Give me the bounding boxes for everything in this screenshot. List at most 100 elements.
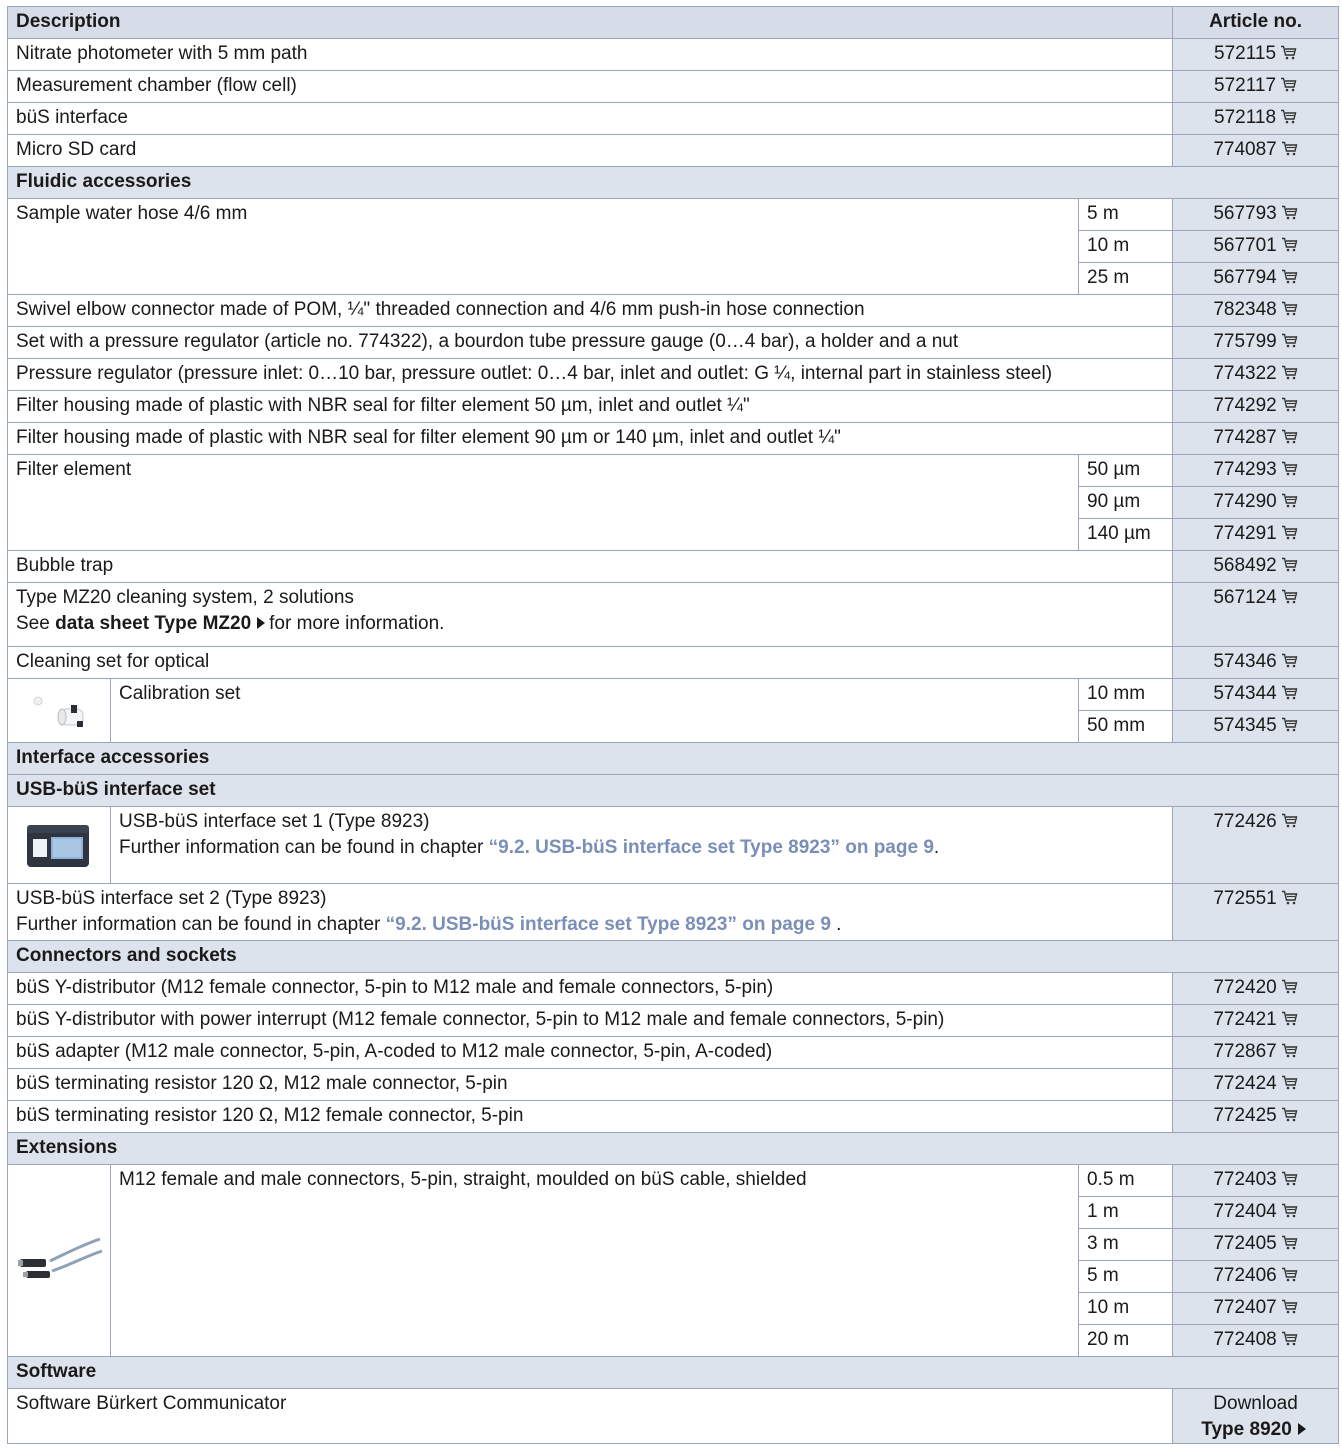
article-number-cell[interactable]: 775799 [1172, 326, 1340, 359]
size-cell: 3 m [1077, 1228, 1174, 1261]
download-cell[interactable]: Download Type 8920 [1172, 1388, 1340, 1444]
shopping-cart-icon[interactable] [1277, 977, 1298, 998]
reference-link[interactable]: “9.2. USB-büS interface set Type 8923” o… [489, 837, 934, 858]
shopping-cart-icon[interactable] [1277, 1233, 1298, 1254]
article-number-cell[interactable]: 772404 [1172, 1196, 1340, 1229]
shopping-cart-icon[interactable] [1277, 203, 1298, 224]
description: USB-büS interface set 1 (Type 8923) [119, 811, 430, 832]
shopping-cart-icon[interactable] [1277, 1041, 1298, 1062]
extensions-section: Extensions [6, 1132, 1340, 1165]
size-cell: 5 m [1077, 1260, 1174, 1293]
description-prefix: Further information can be found in chap… [16, 914, 386, 935]
section-title: Fluidic accessories [16, 171, 192, 192]
article-number-cell[interactable]: 772405 [1172, 1228, 1340, 1261]
article-number-cell[interactable]: 572118 [1172, 102, 1340, 135]
usb-bus-section-title: USB-büS interface set [6, 774, 1340, 807]
article-number-cell[interactable]: 774287 [1172, 422, 1340, 455]
article-number: 572118 [1214, 107, 1277, 128]
shopping-cart-icon[interactable] [1277, 523, 1298, 544]
fluidic-section: Fluidic accessories [6, 166, 1340, 199]
size-cell: 25 m [1077, 262, 1174, 295]
interface-section-title: Interface accessories [6, 742, 1340, 775]
shopping-cart-icon[interactable] [1277, 555, 1298, 576]
article-number-cell[interactable]: 772420 [1172, 972, 1340, 1005]
article-number-cell[interactable]: 572115 [1172, 38, 1340, 71]
shopping-cart-icon[interactable] [1277, 1169, 1298, 1190]
article-number-cell[interactable]: 772424 [1172, 1068, 1340, 1101]
description: büS terminating resistor 120 Ω, M12 male… [16, 1073, 508, 1094]
shopping-cart-icon[interactable] [1276, 43, 1297, 64]
shopping-cart-icon[interactable] [1277, 811, 1298, 832]
table-row: Filter element 50 µm 774293 [7, 454, 1340, 551]
size-cell: 10 m [1077, 230, 1174, 263]
shopping-cart-icon[interactable] [1277, 888, 1298, 909]
article-number-cell[interactable]: 774293 [1172, 454, 1340, 487]
article-number-cell[interactable]: 774322 [1172, 358, 1340, 391]
triangle-right-icon[interactable] [1297, 1423, 1306, 1435]
article-number-cell[interactable]: 772408 [1172, 1324, 1340, 1357]
shopping-cart-icon[interactable] [1277, 1329, 1298, 1350]
section-title: Extensions [16, 1137, 118, 1158]
article-number-cell[interactable]: 774087 [1172, 134, 1340, 167]
shopping-cart-icon[interactable] [1277, 139, 1298, 160]
shopping-cart-icon[interactable] [1277, 299, 1298, 320]
article-number-cell[interactable]: 772403 [1172, 1164, 1340, 1197]
shopping-cart-icon[interactable] [1277, 1105, 1298, 1126]
description-suffix: . [933, 837, 940, 858]
shopping-cart-icon[interactable] [1277, 235, 1298, 256]
article-number-cell[interactable]: 772867 [1172, 1036, 1340, 1069]
article-number-cell[interactable]: 574345 [1172, 710, 1340, 743]
table-row: büS terminating resistor 120 Ω, M12 male… [6, 1068, 1340, 1101]
shopping-cart-icon[interactable] [1277, 331, 1298, 352]
description-cell: Nitrate photometer with 5 mm path [6, 38, 1174, 71]
article-number-cell[interactable]: 567793 [1172, 198, 1340, 231]
article-number: 567701 [1213, 235, 1277, 256]
article-number-cell[interactable]: 772407 [1172, 1292, 1340, 1325]
article-number-cell[interactable]: 772426 [1172, 806, 1340, 884]
article-number-cell[interactable]: 772551 [1172, 883, 1340, 941]
article-number: 772426 [1213, 811, 1277, 832]
shopping-cart-icon[interactable] [1277, 459, 1298, 480]
article-number-cell[interactable]: 772421 [1172, 1004, 1340, 1037]
shopping-cart-icon[interactable] [1277, 267, 1298, 288]
article-number-cell[interactable]: 574344 [1172, 678, 1340, 711]
article-number-cell[interactable]: 782348 [1172, 294, 1340, 327]
shopping-cart-icon[interactable] [1277, 427, 1298, 448]
article-number-cell[interactable]: 574346 [1172, 646, 1340, 679]
shopping-cart-icon[interactable] [1277, 395, 1298, 416]
shopping-cart-icon[interactable] [1277, 1009, 1298, 1030]
article-number-cell[interactable]: 567701 [1172, 230, 1340, 263]
shopping-cart-icon[interactable] [1277, 683, 1298, 704]
m12-cable-image [7, 1164, 111, 1357]
variant-size: 1 m [1087, 1201, 1119, 1222]
shopping-cart-icon[interactable] [1276, 107, 1297, 128]
download-type-link[interactable]: Type 8920 [1201, 1419, 1291, 1440]
shopping-cart-icon[interactable] [1277, 1265, 1298, 1286]
article-number-cell[interactable]: 568492 [1172, 550, 1340, 583]
shopping-cart-icon[interactable] [1277, 491, 1298, 512]
variant-size: 20 m [1087, 1329, 1130, 1350]
article-number-cell[interactable]: 774290 [1172, 486, 1340, 519]
reference-link[interactable]: “9.2. USB-büS interface set Type 8923” o… [386, 914, 831, 935]
article-number-cell[interactable]: 572117 [1172, 70, 1340, 103]
triangle-right-icon[interactable] [257, 617, 266, 629]
shopping-cart-icon[interactable] [1277, 1201, 1298, 1222]
article-number-cell[interactable]: 772406 [1172, 1260, 1340, 1293]
shopping-cart-icon[interactable] [1277, 1073, 1298, 1094]
description: Calibration set [119, 683, 241, 704]
shopping-cart-icon[interactable] [1277, 587, 1298, 608]
shopping-cart-icon[interactable] [1277, 651, 1298, 672]
article-number-cell[interactable]: 774291 [1172, 518, 1340, 551]
size-cell: 5 m [1077, 198, 1174, 231]
shopping-cart-icon[interactable] [1277, 715, 1298, 736]
description: Filter housing made of plastic with NBR … [16, 395, 750, 416]
shopping-cart-icon[interactable] [1277, 363, 1298, 384]
article-number-cell[interactable]: 567124 [1172, 582, 1340, 647]
shopping-cart-icon[interactable] [1276, 75, 1297, 96]
article-number-cell[interactable]: 772425 [1172, 1100, 1340, 1133]
article-number-cell[interactable]: 567794 [1172, 262, 1340, 295]
table-row: Nitrate photometer with 5 mm path 572115 [6, 38, 1340, 71]
reference-link[interactable]: data sheet Type MZ20 [55, 613, 251, 634]
shopping-cart-icon[interactable] [1277, 1297, 1298, 1318]
article-number-cell[interactable]: 774292 [1172, 390, 1340, 423]
